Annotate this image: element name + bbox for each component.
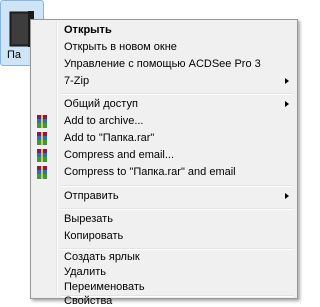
menu-item-label: Отправить — [64, 190, 119, 202]
menu-item-add-to-rar[interactable]: Add to "Папка.rar" — [34, 130, 294, 147]
winrar-icon — [37, 166, 47, 179]
menu-item-label: 7-Zip — [64, 75, 90, 87]
menu-item-7zip[interactable]: 7-Zip — [34, 73, 294, 90]
folder-label: Па — [7, 49, 22, 61]
context-menu: Открыть Открыть в новом окне Управление … — [30, 19, 298, 307]
menu-item-label: Управление с помощью ACDSee Pro 3 — [64, 58, 261, 70]
menu-item-open[interactable]: Открыть — [34, 22, 294, 39]
submenu-arrow-icon — [285, 101, 289, 107]
menu-item-label: Общий доступ — [64, 98, 138, 110]
menu-item-label: Add to "Папка.rar" — [64, 132, 155, 144]
menu-item-label: Открыть в новом окне — [64, 41, 177, 53]
menu-separator — [61, 208, 293, 210]
menu-item-cut[interactable]: Вырезать — [34, 211, 294, 228]
menu-item-copy[interactable]: Копировать — [34, 228, 294, 245]
menu-item-label: Создать ярлык — [64, 251, 140, 263]
menu-item-rename[interactable]: Переименовать — [34, 279, 294, 295]
menu-item-label: Add to archive... — [64, 115, 144, 127]
menu-item-add-to-archive[interactable]: Add to archive... — [34, 113, 294, 130]
menu-item-label: Compress and email... — [64, 149, 175, 161]
menu-item-label: Переименовать — [64, 281, 145, 293]
menu-item-sharing[interactable]: Общий доступ — [34, 96, 294, 113]
menu-item-open-new-window[interactable]: Открыть в новом окне — [34, 39, 294, 56]
winrar-icon — [37, 149, 47, 162]
menu-separator — [61, 185, 293, 187]
submenu-arrow-icon — [285, 193, 289, 199]
menu-separator — [61, 93, 293, 95]
menu-item-label: Открыть — [64, 24, 112, 36]
menu-item-compress-email[interactable]: Compress and email... — [34, 147, 294, 164]
menu-item-create-shortcut[interactable]: Создать ярлык — [34, 249, 294, 265]
menu-item-label: Свойства — [64, 295, 113, 307]
menu-item-acdsee[interactable]: Управление с помощью ACDSee Pro 3 — [34, 56, 294, 73]
menu-item-label: Копировать — [64, 230, 124, 242]
winrar-icon — [37, 132, 47, 145]
menu-item-send-to[interactable]: Отправить — [34, 188, 294, 205]
menu-item-label: Вырезать — [64, 213, 113, 225]
menu-item-delete[interactable]: Удалить — [34, 264, 294, 280]
menu-item-compress-to-rar-email[interactable]: Compress to "Папка.rar" and email — [34, 164, 294, 181]
submenu-arrow-icon — [285, 78, 289, 84]
menu-item-label: Удалить — [64, 266, 106, 278]
winrar-icon — [37, 115, 47, 128]
menu-item-label: Compress to "Папка.rar" and email — [64, 166, 236, 178]
